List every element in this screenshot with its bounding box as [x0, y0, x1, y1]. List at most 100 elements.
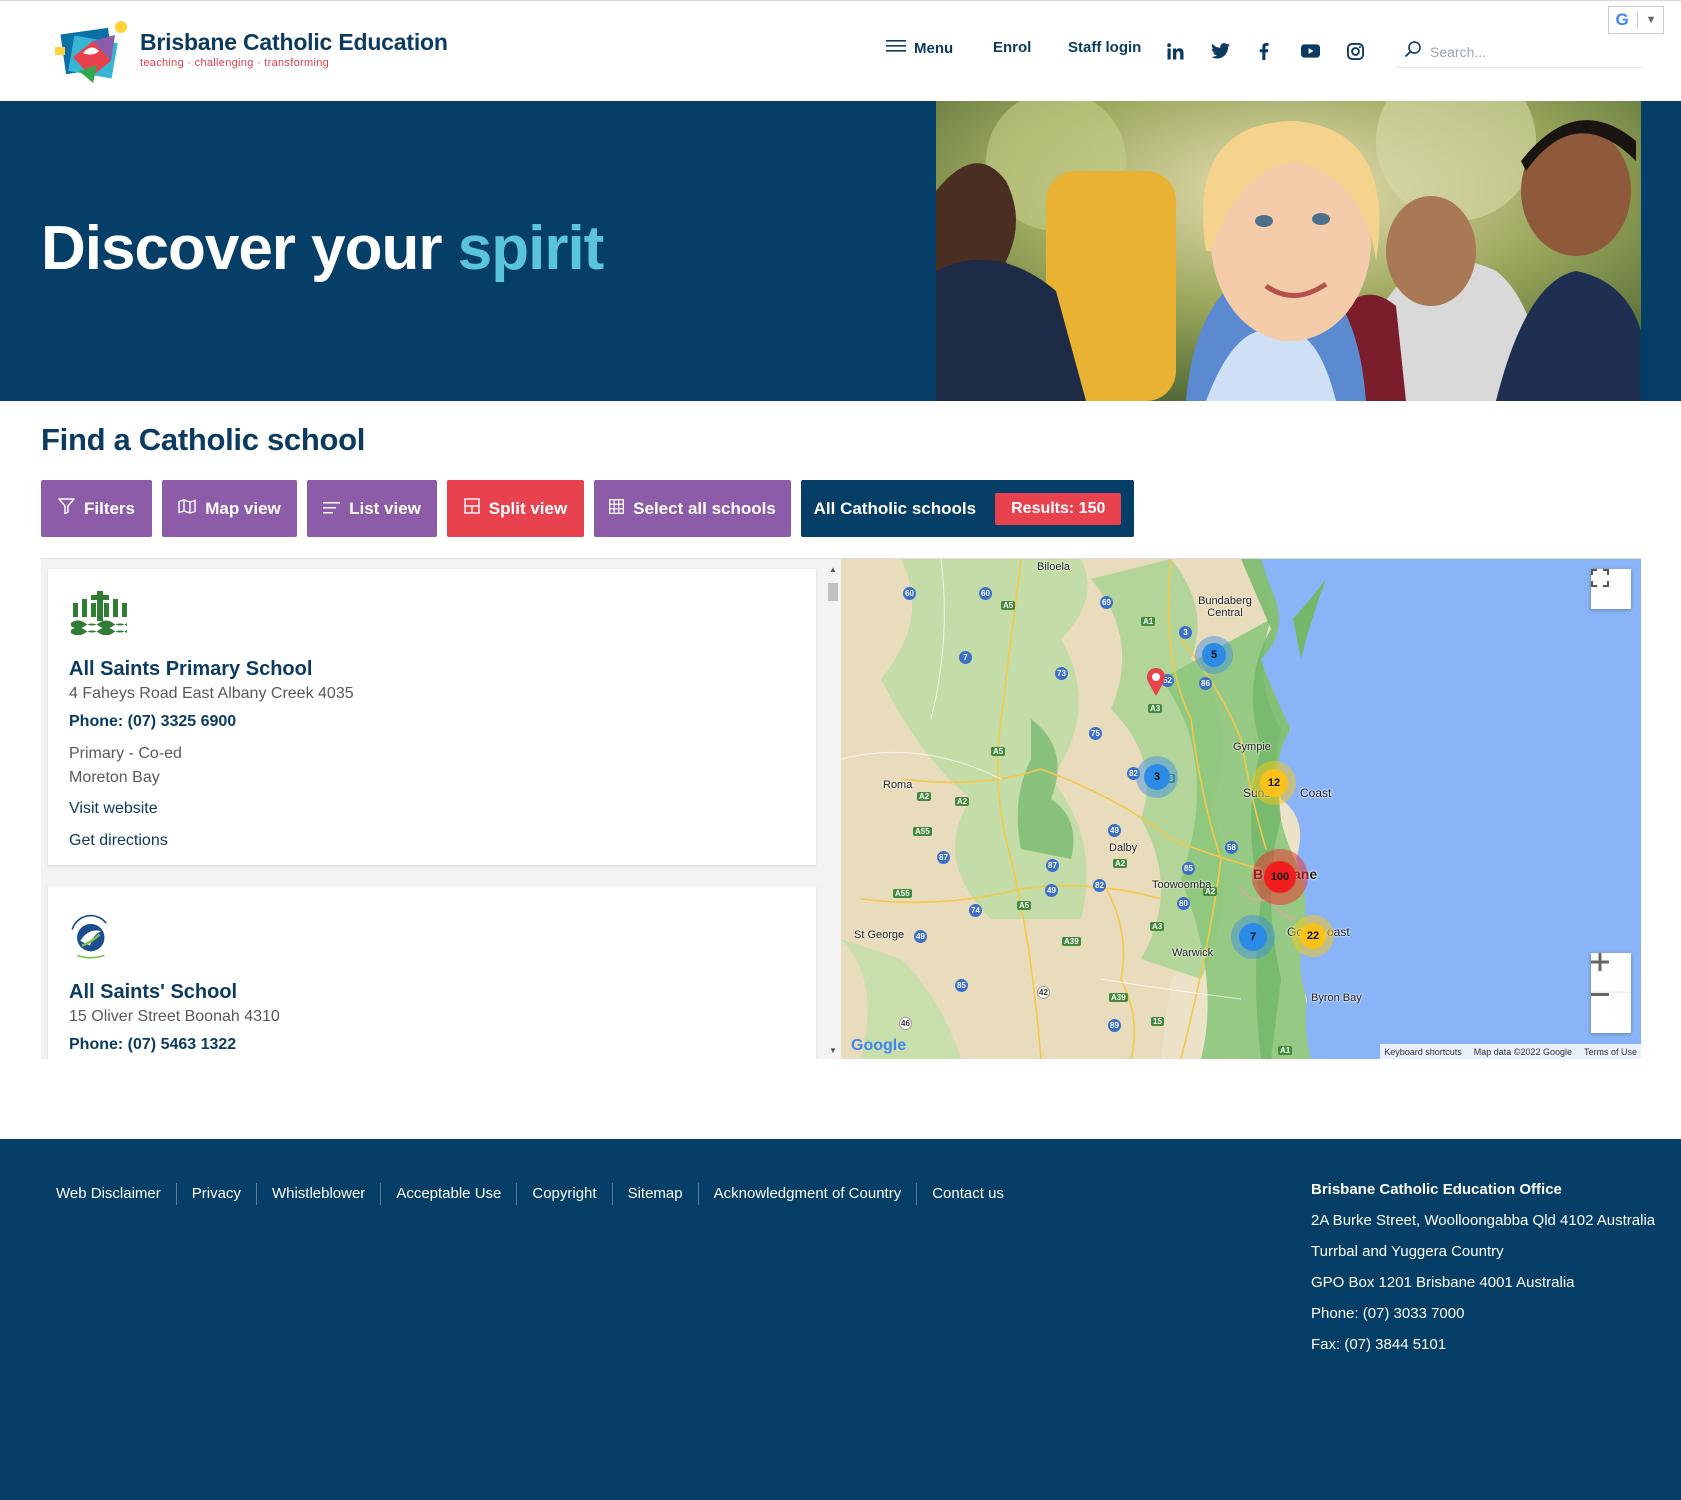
- road-marker: 60: [979, 587, 992, 600]
- get-directions-link[interactable]: Get directions: [69, 832, 795, 850]
- google-logo-text: Google: [851, 1037, 907, 1054]
- school-list[interactable]: All Saints Primary School 4 Faheys Road …: [41, 559, 841, 1059]
- search-input[interactable]: [1430, 43, 1630, 60]
- school-type: Primary - Co-ed: [69, 745, 182, 762]
- hero-banner: Discover your spirit: [0, 101, 1681, 401]
- map-place-label: Warwick: [1172, 947, 1214, 959]
- footer-link-privacy[interactable]: Privacy: [177, 1183, 257, 1205]
- hamburger-icon: [886, 39, 906, 57]
- hero-title-main: Discover your: [41, 214, 458, 283]
- google-translate-widget[interactable]: G ▼: [1608, 6, 1664, 34]
- map-cluster-marker[interactable]: 22: [1292, 915, 1334, 957]
- road-marker: 73: [1055, 667, 1068, 680]
- school-name[interactable]: All Saints' School: [69, 981, 795, 1004]
- instagram-icon[interactable]: [1343, 39, 1367, 63]
- brand-logo-icon[interactable]: [53, 17, 133, 87]
- grid-icon: [609, 498, 625, 519]
- footer-link-acceptable-use[interactable]: Acceptable Use: [381, 1183, 518, 1205]
- scroll-up-arrow-icon[interactable]: ▲: [829, 565, 837, 574]
- school-address: 15 Oliver Street Boonah 4310: [69, 1008, 280, 1025]
- footer-link-contact[interactable]: Contact us: [917, 1183, 1019, 1205]
- scroll-down-arrow-icon[interactable]: ▼: [829, 1046, 837, 1055]
- google-logo[interactable]: Google: [851, 1037, 906, 1055]
- linkedin-icon[interactable]: [1163, 39, 1187, 63]
- results-count-badge: Results: 150: [995, 492, 1122, 525]
- road-marker: 87: [1046, 859, 1059, 872]
- map-icon: [178, 498, 196, 519]
- map-attribution: Keyboard shortcuts Map data ©2022 Google…: [1380, 1044, 1641, 1059]
- staff-login-link[interactable]: Staff login: [1068, 39, 1141, 56]
- map-place-label: Toowoomba: [1152, 879, 1212, 891]
- office-phone[interactable]: Phone: (07) 3033 7000: [1311, 1305, 1655, 1336]
- brand[interactable]: Brisbane Catholic Education teaching · c…: [140, 29, 448, 69]
- map-cluster-marker[interactable]: 3: [1136, 756, 1178, 798]
- map-place-label: Bundaberg Central: [1198, 595, 1252, 619]
- split-view-button[interactable]: Split view: [447, 480, 584, 537]
- keyboard-shortcuts-link[interactable]: Keyboard shortcuts: [1384, 1047, 1462, 1057]
- road-marker: A2: [1113, 859, 1128, 868]
- map-place-label: Roma: [883, 779, 913, 791]
- schools-map[interactable]: 60 60 A5 69 A1 3 7 73 52 86 A3 75 A5 82 …: [841, 559, 1641, 1059]
- map-data-credit: Map data ©2022 Google: [1473, 1046, 1572, 1057]
- map-cluster-marker[interactable]: 100: [1252, 849, 1308, 905]
- find-school-title: Find a Catholic school: [41, 422, 366, 457]
- school-phone[interactable]: Phone: (07) 3325 6900: [69, 713, 795, 731]
- footer-link-copyright[interactable]: Copyright: [517, 1183, 613, 1205]
- map-cluster-marker[interactable]: 12: [1252, 761, 1296, 805]
- map-place-label: St George: [854, 929, 905, 941]
- youtube-icon[interactable]: [1298, 39, 1322, 63]
- road-marker: 3: [1179, 626, 1192, 639]
- split-view-label: Split view: [488, 498, 568, 518]
- split-view-panel: All Saints Primary School 4 Faheys Road …: [41, 558, 1641, 1059]
- zoom-out-button[interactable]: [1591, 993, 1631, 1033]
- office-po-box: GPO Box 1201 Brisbane 4001 Australia: [1311, 1274, 1575, 1291]
- road-marker: A2: [917, 792, 932, 801]
- menu-button[interactable]: Menu: [886, 39, 953, 57]
- school-name[interactable]: All Saints Primary School: [69, 658, 795, 681]
- office-name: Brisbane Catholic Education Office: [1311, 1181, 1562, 1198]
- select-all-schools-button[interactable]: Select all schools: [594, 480, 791, 537]
- terms-of-use-link[interactable]: Terms of Use: [1584, 1047, 1637, 1057]
- cluster-count: 7: [1239, 923, 1267, 951]
- school-type-selector[interactable]: All Catholic schools Results: 150: [801, 480, 1134, 537]
- map-place-label: Gympie: [1233, 741, 1271, 753]
- map-view-button[interactable]: Map view: [162, 480, 297, 537]
- filters-button[interactable]: Filters: [41, 480, 152, 537]
- road-marker: 74: [969, 904, 982, 917]
- search-box[interactable]: [1396, 36, 1642, 68]
- office-country: Turrbal and Yuggera Country: [1311, 1243, 1504, 1260]
- school-phone[interactable]: Phone: (07) 5463 1322: [69, 1036, 795, 1054]
- list-view-button[interactable]: List view: [307, 480, 437, 537]
- map-cluster-marker[interactable]: 5: [1195, 636, 1233, 674]
- site-footer: Web Disclaimer Privacy Whistleblower Acc…: [0, 1139, 1681, 1500]
- map-cluster-marker[interactable]: 7: [1231, 915, 1275, 959]
- road-marker: 49: [914, 930, 927, 943]
- twitter-icon[interactable]: [1208, 39, 1232, 63]
- road-marker: 49: [1108, 824, 1121, 837]
- filters-label: Filters: [83, 498, 136, 518]
- road-marker: A1: [1141, 617, 1156, 626]
- road-marker: 89: [1108, 1019, 1121, 1032]
- footer-link-acknowledgment[interactable]: Acknowledgment of Country: [699, 1183, 918, 1205]
- road-marker: A1: [1278, 1046, 1293, 1055]
- scroll-thumb[interactable]: [828, 583, 838, 601]
- footer-link-sitemap[interactable]: Sitemap: [613, 1183, 699, 1205]
- hero-photo: [936, 101, 1641, 401]
- road-marker: A55: [913, 827, 932, 836]
- visit-website-link[interactable]: Visit website: [69, 800, 795, 818]
- footer-link-web-disclaimer[interactable]: Web Disclaimer: [41, 1183, 177, 1205]
- fullscreen-button[interactable]: [1591, 569, 1631, 609]
- split-view-icon: [464, 498, 480, 519]
- zoom-in-button[interactable]: [1591, 953, 1631, 993]
- road-marker: 58: [1225, 841, 1238, 854]
- search-icon[interactable]: [1404, 40, 1422, 63]
- select-all-label: Select all schools: [633, 498, 776, 518]
- facebook-icon[interactable]: [1252, 39, 1276, 63]
- footer-link-whistleblower[interactable]: Whistleblower: [257, 1183, 382, 1205]
- road-marker: 85: [955, 979, 968, 992]
- road-marker: A5: [991, 747, 1006, 756]
- students-photo-illustration: [936, 101, 1641, 401]
- list-scrollbar[interactable]: ▲ ▼: [826, 565, 838, 1055]
- enrol-link[interactable]: Enrol: [993, 39, 1031, 56]
- filter-icon: [58, 498, 75, 519]
